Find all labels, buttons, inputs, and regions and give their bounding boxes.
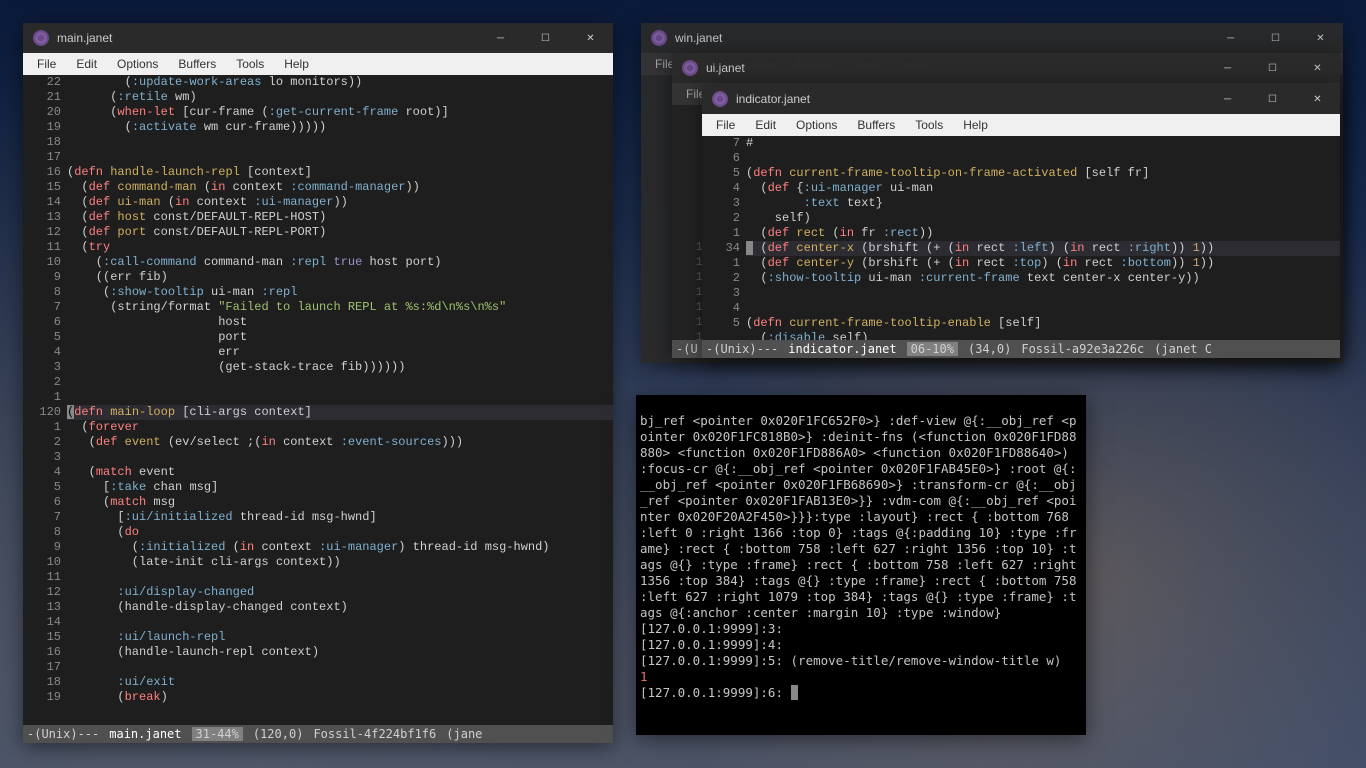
terminal-result: 1 [640, 669, 648, 684]
code-area[interactable]: 22 21 20 19 18 17 16 15 14 13 12 11 10 9… [23, 75, 613, 725]
menu-edit[interactable]: Edit [745, 118, 786, 132]
statusbar: -(Unix)--- indicator.janet 06-10% (34,0)… [702, 340, 1340, 358]
status-mode: -(Unix)--- [27, 727, 99, 741]
status-pct: 31-44% [192, 727, 243, 741]
menu-edit[interactable]: Edit [66, 57, 107, 71]
menu-buffers[interactable]: Buffers [847, 118, 905, 132]
line-gutter: 22 21 20 19 18 17 16 15 14 13 12 11 10 9… [23, 75, 67, 725]
minimize-button[interactable]: ─ [478, 23, 523, 53]
status-pos: (120,0) [253, 727, 304, 741]
status-lang: (janet C [1154, 342, 1212, 356]
menu-tools[interactable]: Tools [905, 118, 953, 132]
status-file: main.janet [109, 727, 181, 741]
code-area[interactable]: 7 6 5 4 3 2 1 34 1 2 3 4 5 # (defn curre… [702, 136, 1340, 340]
status-vcs: Fossil-4f224bf1f6 [313, 727, 436, 741]
menu-options[interactable]: Options [786, 118, 847, 132]
minimize-button[interactable]: ─ [1205, 84, 1250, 114]
main-window: main.janet ─ ☐ ✕ File Edit Options Buffe… [23, 23, 613, 743]
menu-buffers[interactable]: Buffers [168, 57, 226, 71]
menu-file[interactable]: File [706, 118, 745, 132]
window-title: main.janet [57, 31, 112, 45]
status-lang: (jane [446, 727, 482, 741]
indicator-window: indicator.janet ─ ☐ ✕ File Edit Options … [702, 84, 1340, 358]
titlebar[interactable]: main.janet ─ ☐ ✕ [23, 23, 613, 53]
minimize-button[interactable]: ─ [1208, 23, 1253, 53]
emacs-icon [712, 91, 728, 107]
close-button[interactable]: ✕ [1298, 23, 1343, 53]
menu-help[interactable]: Help [953, 118, 998, 132]
menu-options[interactable]: Options [107, 57, 168, 71]
close-button[interactable]: ✕ [1295, 84, 1340, 114]
terminal-prompt: [127.0.0.1:9999]:6: [640, 685, 791, 700]
status-pct: 06-10% [907, 342, 958, 356]
maximize-button[interactable]: ☐ [1253, 23, 1298, 53]
emacs-icon [651, 30, 667, 46]
window-title: ui.janet [706, 61, 745, 75]
status-mode: -(Unix)--- [706, 342, 778, 356]
window-title: indicator.janet [736, 92, 810, 106]
line-gutter: 7 6 5 4 3 2 1 34 1 2 3 4 5 [702, 136, 746, 340]
menubar: File Edit Options Buffers Tools Help [23, 53, 613, 75]
code-content[interactable]: # (defn current-frame-tooltip-on-frame-a… [746, 136, 1340, 340]
terminal[interactable]: bj_ref <pointer 0x020F1FC652F0>} :def-vi… [636, 395, 1086, 735]
menu-help[interactable]: Help [274, 57, 319, 71]
statusbar: -(Unix)--- main.janet 31-44% (120,0) Fos… [23, 725, 613, 743]
titlebar[interactable]: ui.janet ─ ☐ ✕ [672, 53, 1340, 83]
terminal-output: bj_ref <pointer 0x020F1FC652F0>} :def-vi… [640, 413, 1084, 668]
maximize-button[interactable]: ☐ [523, 23, 568, 53]
menu-tools[interactable]: Tools [226, 57, 274, 71]
code-content[interactable]: (:update-work-areas lo monitors)) (:reti… [67, 75, 613, 725]
titlebar[interactable]: indicator.janet ─ ☐ ✕ [702, 84, 1340, 114]
menubar: File Edit Options Buffers Tools Help [702, 114, 1340, 136]
menu-file[interactable]: File [27, 57, 66, 71]
titlebar[interactable]: win.janet ─ ☐ ✕ [641, 23, 1343, 53]
emacs-icon [682, 60, 698, 76]
maximize-button[interactable]: ☐ [1250, 53, 1295, 83]
status-pos: (34,0) [968, 342, 1011, 356]
minimize-button[interactable]: ─ [1205, 53, 1250, 83]
status-vcs: Fossil-a92e3a226c [1021, 342, 1144, 356]
maximize-button[interactable]: ☐ [1250, 84, 1295, 114]
close-button[interactable]: ✕ [568, 23, 613, 53]
emacs-icon [33, 30, 49, 46]
status-file: indicator.janet [788, 342, 896, 356]
window-title: win.janet [675, 31, 722, 45]
close-button[interactable]: ✕ [1295, 53, 1340, 83]
